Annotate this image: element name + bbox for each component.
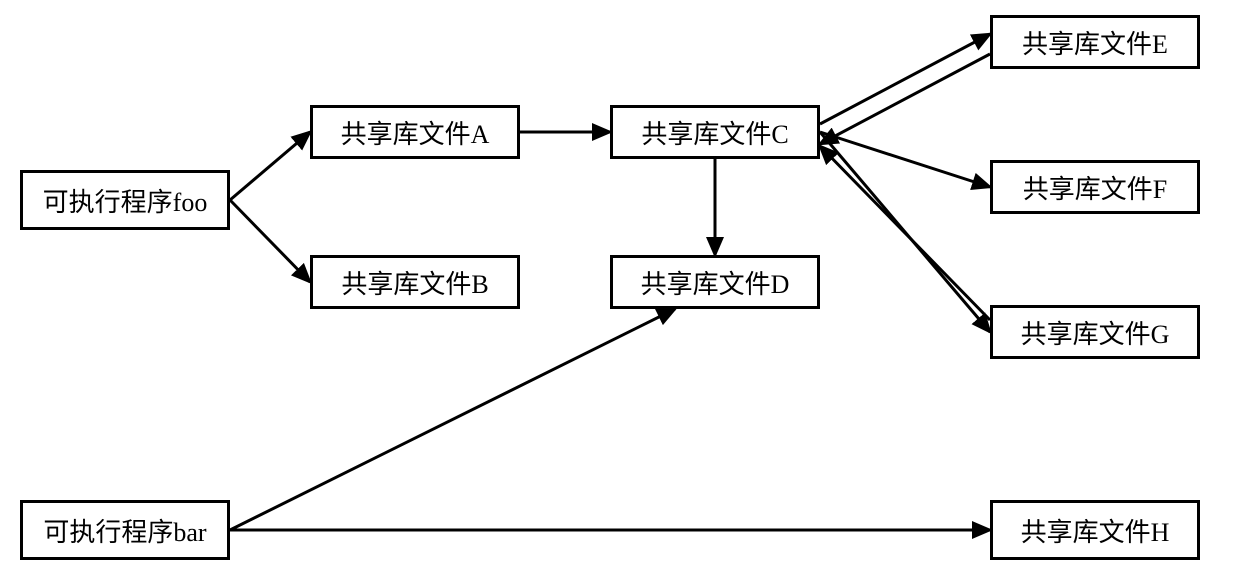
edge-foo-to-a bbox=[230, 132, 310, 200]
edge-c-to-g bbox=[820, 132, 990, 332]
node-label: 共享库文件G bbox=[1021, 314, 1170, 351]
node-label: 共享库文件F bbox=[1023, 169, 1167, 206]
node-label: 共享库文件D bbox=[641, 264, 790, 301]
node-executable-foo: 可执行程序foo bbox=[20, 170, 230, 230]
node-shared-lib-h: 共享库文件H bbox=[990, 500, 1200, 560]
node-label: 可执行程序bar bbox=[43, 512, 206, 549]
node-label: 可执行程序foo bbox=[43, 182, 208, 219]
node-shared-lib-e: 共享库文件E bbox=[990, 15, 1200, 69]
edge-foo-to-b bbox=[230, 200, 310, 282]
node-label: 共享库文件C bbox=[641, 114, 788, 151]
node-shared-lib-b: 共享库文件B bbox=[310, 255, 520, 309]
node-label: 共享库文件E bbox=[1022, 24, 1168, 61]
node-shared-lib-a: 共享库文件A bbox=[310, 105, 520, 159]
edge-c-to-e bbox=[820, 34, 990, 124]
node-shared-lib-c: 共享库文件C bbox=[610, 105, 820, 159]
node-label: 共享库文件H bbox=[1021, 512, 1170, 549]
node-label: 共享库文件B bbox=[341, 264, 488, 301]
edge-c-to-f bbox=[820, 132, 990, 187]
node-shared-lib-d: 共享库文件D bbox=[610, 255, 820, 309]
node-shared-lib-f: 共享库文件F bbox=[990, 160, 1200, 214]
node-shared-lib-g: 共享库文件G bbox=[990, 305, 1200, 359]
diagram-canvas: 可执行程序foo 可执行程序bar 共享库文件A 共享库文件B 共享库文件C 共… bbox=[0, 0, 1239, 586]
edge-bar-to-d bbox=[230, 309, 675, 530]
edge-g-to-c bbox=[820, 146, 990, 320]
edge-e-to-c bbox=[820, 54, 990, 144]
node-label: 共享库文件A bbox=[341, 114, 490, 151]
node-executable-bar: 可执行程序bar bbox=[20, 500, 230, 560]
